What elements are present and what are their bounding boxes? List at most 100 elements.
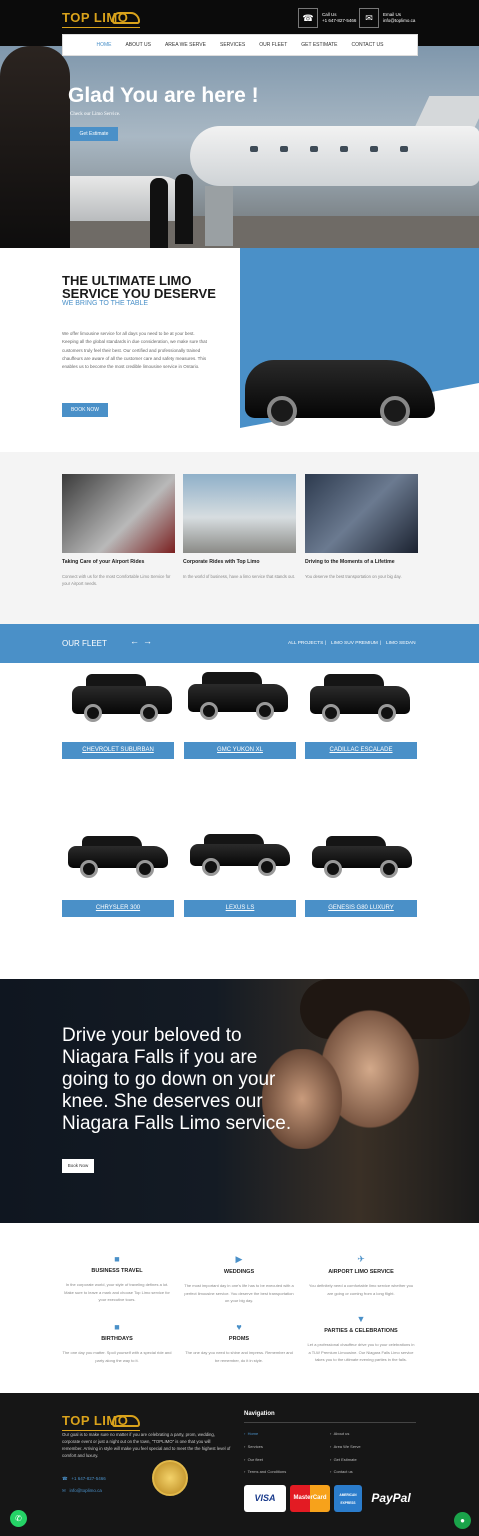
footer-link-our-fleet[interactable]: › Our fleet [244,1457,263,1462]
card-title: Driving to the Moments of a Lifetime [305,559,395,565]
promo-banner: Drive your beloved to Niagara Falls if y… [0,979,479,1223]
email-label: Email Us [383,12,402,17]
card-desc: You deserve the best transportation on y… [305,574,402,579]
email-value: info@toplimo.ca [383,18,416,23]
service-item: ■ BUSINESS TRAVEL In the corporate world… [62,1254,172,1304]
footer-link-about-us[interactable]: › About us [330,1431,349,1436]
logo-car-icon [112,1415,140,1427]
nav-home[interactable]: HOME [96,42,111,48]
intro-subheading: WE BRING TO THE TABLE [62,300,149,307]
filter-limo-sedan[interactable]: LIMO SEDAN [386,641,416,646]
filter-limo-suv-premium[interactable]: LIMO SUV PREMIUM [331,641,378,646]
nav-our-fleet[interactable]: OUR FLEET [259,42,287,48]
mastercard-logo: MasterCard [290,1485,330,1512]
fleet-item-button[interactable]: LEXUS LS [184,900,296,917]
footer-link-services[interactable]: › Services [244,1444,263,1449]
genesis-image [312,828,412,878]
service-title: AIRPORT LIMO SERVICE [328,1269,394,1275]
gift-icon: ■ [114,1322,120,1332]
card-desc: Connect with us for the most Comfortable… [62,574,171,586]
service-title: WEDDINGS [223,1269,255,1275]
heart-icon: ♥ [236,1322,242,1332]
service-title: BIRTHDAYS [101,1336,133,1342]
service-title: PROMS [228,1336,250,1342]
footer-logo[interactable]: TOP LIMO [62,1411,142,1433]
hero-title: Glad You are here ! [68,84,259,107]
fleet-item-button[interactable]: CHEVROLET SUBURBAN [62,742,174,759]
chrysler-image [68,828,168,878]
footer-email[interactable]: ✉ info@toplimo.ca [62,1488,102,1494]
footer-about: Our goal is to make sure no matter if yo… [62,1432,231,1458]
service-title: PARTIES & CELEBRATIONS [324,1328,398,1334]
filter-all-projects[interactable]: ALL PROJECTS [288,641,323,646]
fleet-item-button[interactable]: GMC YUKON XL [184,742,296,759]
logo[interactable]: TOP LIMO [62,8,142,30]
feature-card[interactable]: Corporate Rides with Top Limo In the wor… [183,474,296,580]
service-desc: The one day you need to shine and impres… [185,1350,293,1363]
visa-logo: VISA [244,1485,286,1512]
service-desc: Let a professional chauffeur drive you t… [307,1342,415,1362]
chat-icon[interactable]: ● [454,1512,471,1529]
service-desc: The most important day in one's life has… [184,1283,294,1303]
plane-icon: ✈ [357,1254,365,1264]
yukon-image [188,670,288,720]
feature-card[interactable]: Taking Care of your Airport Rides Connec… [62,474,175,587]
mail-icon: ✉ [359,8,379,28]
call-label: Call Us [322,12,337,17]
feature-cards-section: Taking Care of your Airport Rides Connec… [0,452,479,624]
feature-card[interactable]: Driving to the Moments of a Lifetime You… [305,474,418,580]
briefcase-icon: ■ [114,1254,120,1264]
service-item: ■ BIRTHDAYS The one day you matter. Spoi… [62,1322,172,1364]
card-desc: In the world of business, have a limo se… [183,574,295,579]
nav-get-estimate[interactable]: GET ESTIMATE [301,42,337,48]
fleet-title: OUR FLEET [62,639,107,648]
service-desc: The one day you matter. Spoil yourself w… [62,1350,172,1363]
footer-phone[interactable]: ☎ +1 647-827-5466 [62,1476,106,1482]
get-estimate-button[interactable]: Get Estimate [70,127,118,141]
fleet-next-arrow-icon[interactable]: → [143,636,152,646]
fleet-item-button[interactable]: GENESIS G80 LUXURY [305,900,417,917]
cocktail-icon: ▼ [356,1314,366,1324]
fleet-item-button[interactable]: CADILLAC ESCALADE [305,742,417,759]
footer: TOP LIMO Our goal is to make sure no mat… [0,1393,479,1536]
service-item: ▶ WEDDINGS The most important day in one… [184,1254,294,1305]
jet-image [190,126,479,186]
intro-paragraph: We offer limousine service for all days … [62,331,207,370]
phone-icon: ☎ [298,8,318,28]
book-now-button[interactable]: BOOK NOW [62,403,108,417]
footer-link-home[interactable]: › Home [244,1431,258,1436]
suburban-image [72,672,172,722]
promo-book-now-button[interactable]: Book Now [62,1159,94,1173]
escalade-image [310,672,410,722]
fleet-prev-arrow-icon[interactable]: ← [130,636,139,646]
service-item: ♥ PROMS The one day you need to shine an… [184,1322,294,1364]
airport-ride-image [62,474,175,553]
award-badge [152,1460,188,1496]
card-title: Taking Care of your Airport Rides [62,559,145,565]
nav-area-we-serve[interactable]: AREA WE SERVE [165,42,206,48]
paypal-logo: PayPal [371,1491,411,1505]
nav-about-us[interactable]: ABOUT US [125,42,150,48]
service-title: BUSINESS TRAVEL [91,1268,143,1274]
footer-link-area-we-serve[interactable]: › Area We Serve [330,1444,361,1449]
footer-link-contact-us[interactable]: › Contact us [330,1469,353,1474]
footer-link-get-estimate[interactable]: › Get Estimate [330,1457,357,1462]
fleet-header: OUR FLEET ← → ALL PROJECTS | LIMO SUV PR… [0,624,479,663]
service-item: ▼ PARTIES & CELEBRATIONS Let a professio… [306,1314,416,1364]
nav-contact-us[interactable]: CONTACT US [351,42,383,48]
service-item: ✈ AIRPORT LIMO SERVICE You definitely ne… [306,1254,416,1297]
hero-banner: Glad You are here ! Check our Limo Servi… [0,46,479,248]
corporate-ride-image [183,474,296,553]
lifetime-moments-image [305,474,418,553]
nav-services[interactable]: SERVICES [220,42,245,48]
whatsapp-icon[interactable]: ✆ [10,1510,27,1527]
footer-link-terms[interactable]: › Terms and Conditions [244,1469,286,1474]
amex-logo: AMERICAN EXPRESS [334,1485,362,1512]
service-desc: You definitely need a comfortable limo s… [308,1283,414,1296]
service-desc: In the corporate world, your style of tr… [64,1282,170,1302]
fleet-item-button[interactable]: CHRYSLER 300 [62,900,174,917]
call-value: +1 647-827-5466 [322,18,357,23]
footer-nav-heading: Navigation [244,1411,275,1417]
sedan-image [245,360,435,426]
logo-car-icon [112,12,140,24]
